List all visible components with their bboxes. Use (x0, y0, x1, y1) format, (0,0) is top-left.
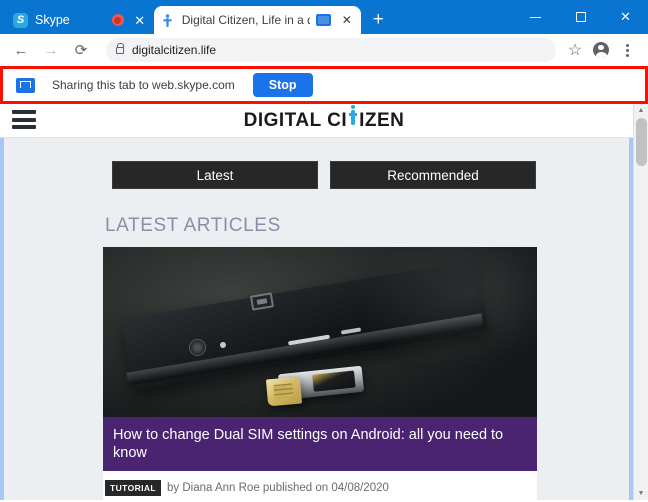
tab-recommended[interactable]: Recommended (330, 161, 536, 189)
stop-sharing-button[interactable]: Stop (252, 73, 313, 97)
scrollbar-down-arrow[interactable]: ▼ (634, 487, 648, 500)
page-scrollbar[interactable]: ▲ ▼ (633, 104, 648, 500)
tab-latest[interactable]: Latest (112, 161, 318, 189)
reload-button[interactable]: ⟳ (68, 37, 94, 63)
profile-avatar-icon[interactable] (588, 37, 614, 63)
tab-digital-citizen-close-icon[interactable]: ✕ (340, 14, 354, 26)
bookmark-star-icon[interactable]: ☆ (562, 37, 588, 63)
tab-digital-citizen[interactable]: Digital Citizen, Life in a digita ✕ (153, 6, 361, 34)
browser-toolbar: ← → ⟳ digitalcitizen.life ☆ (0, 34, 648, 66)
minimize-button[interactable] (513, 0, 558, 34)
site-header: DIGITAL CITIZEN (0, 104, 648, 138)
title-bar: S Skype ✕ Digital Citizen, Life in a dig… (0, 0, 648, 34)
article-byline-text: by Diana Ann Roe published on 04/08/2020 (167, 482, 389, 495)
tab-skype[interactable]: S Skype ✕ (6, 6, 154, 34)
tab-screen-share-indicator-icon (315, 14, 331, 26)
browser-window: S Skype ✕ Digital Citizen, Life in a dig… (0, 0, 648, 502)
article-byline: TUTORIAL by Diana Ann Roe published on 0… (103, 471, 537, 497)
site-logo-part1: DIGITAL CI (243, 109, 348, 131)
digital-citizen-favicon (161, 13, 175, 27)
page-left-edge (0, 104, 4, 500)
recording-dot-icon (111, 14, 124, 26)
scrollbar-thumb[interactable] (636, 118, 647, 166)
lock-icon (116, 42, 125, 54)
address-bar-url: digitalcitizen.life (132, 43, 217, 57)
address-bar[interactable]: digitalcitizen.life (106, 38, 556, 62)
close-window-button[interactable]: ✕ (603, 0, 648, 34)
article-photo (103, 247, 537, 417)
new-tab-button[interactable]: + (373, 10, 384, 29)
back-button[interactable]: ← (8, 37, 34, 63)
latest-articles-heading: LATEST ARTICLES (105, 215, 281, 236)
hamburger-menu-icon[interactable] (12, 110, 36, 129)
scrollbar-up-arrow[interactable]: ▲ (634, 104, 648, 117)
site-logo[interactable]: DIGITAL CITIZEN (243, 104, 405, 132)
maximize-button[interactable] (558, 0, 603, 34)
window-controls: ✕ (513, 0, 648, 34)
share-message: Sharing this tab to web.skype.com (52, 78, 235, 92)
site-logo-accent-letter: T (347, 104, 359, 132)
article-card[interactable]: How to change Dual SIM settings on Andro… (103, 247, 537, 500)
forward-button[interactable]: → (38, 37, 64, 63)
tab-skype-label: Skype (35, 13, 70, 27)
tab-digital-citizen-label: Digital Citizen, Life in a digita (181, 13, 310, 27)
article-excerpt: If you're using a Dual SIM Android smart… (103, 496, 537, 500)
section-tabs: Latest Recommended (0, 161, 648, 189)
page-viewport: DIGITAL CITIZEN Latest Recommended LATES… (0, 104, 648, 500)
article-title[interactable]: How to change Dual SIM settings on Andro… (103, 417, 537, 472)
tutorial-badge: TUTORIAL (105, 480, 162, 497)
skype-favicon: S (13, 12, 28, 28)
site-logo-part2: IZEN (359, 109, 405, 131)
three-dot-menu-icon[interactable] (614, 37, 640, 63)
toolbar-right-actions: ☆ (562, 37, 640, 63)
tab-skype-close-icon[interactable]: ✕ (133, 14, 147, 27)
screen-share-icon (16, 77, 35, 93)
screen-share-notification-bar: Sharing this tab to web.skype.com Stop (0, 66, 648, 104)
